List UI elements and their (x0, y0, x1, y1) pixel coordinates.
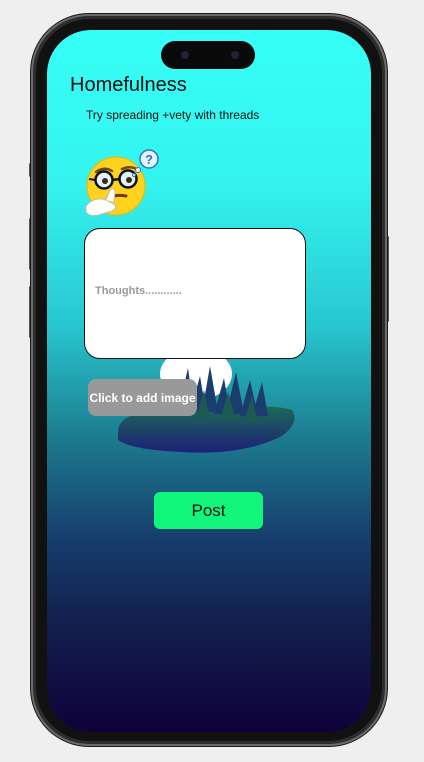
post-button[interactable]: Post (154, 492, 263, 529)
dynamic-island (161, 41, 255, 69)
sensor-icon (231, 51, 239, 59)
app-subtitle: Try spreading +vety with threads (86, 108, 260, 122)
post-label: Post (191, 500, 226, 520)
thoughts-input[interactable] (95, 285, 285, 305)
app-title: Homefulness (70, 74, 187, 96)
add-image-button[interactable]: Click to add image (88, 379, 197, 416)
thoughts-input-box[interactable] (84, 228, 306, 359)
svg-text:?: ? (145, 152, 153, 167)
thinking-face-icon: ? (85, 149, 159, 217)
add-image-label: Click to add image (89, 390, 196, 405)
camera-icon (181, 51, 189, 59)
